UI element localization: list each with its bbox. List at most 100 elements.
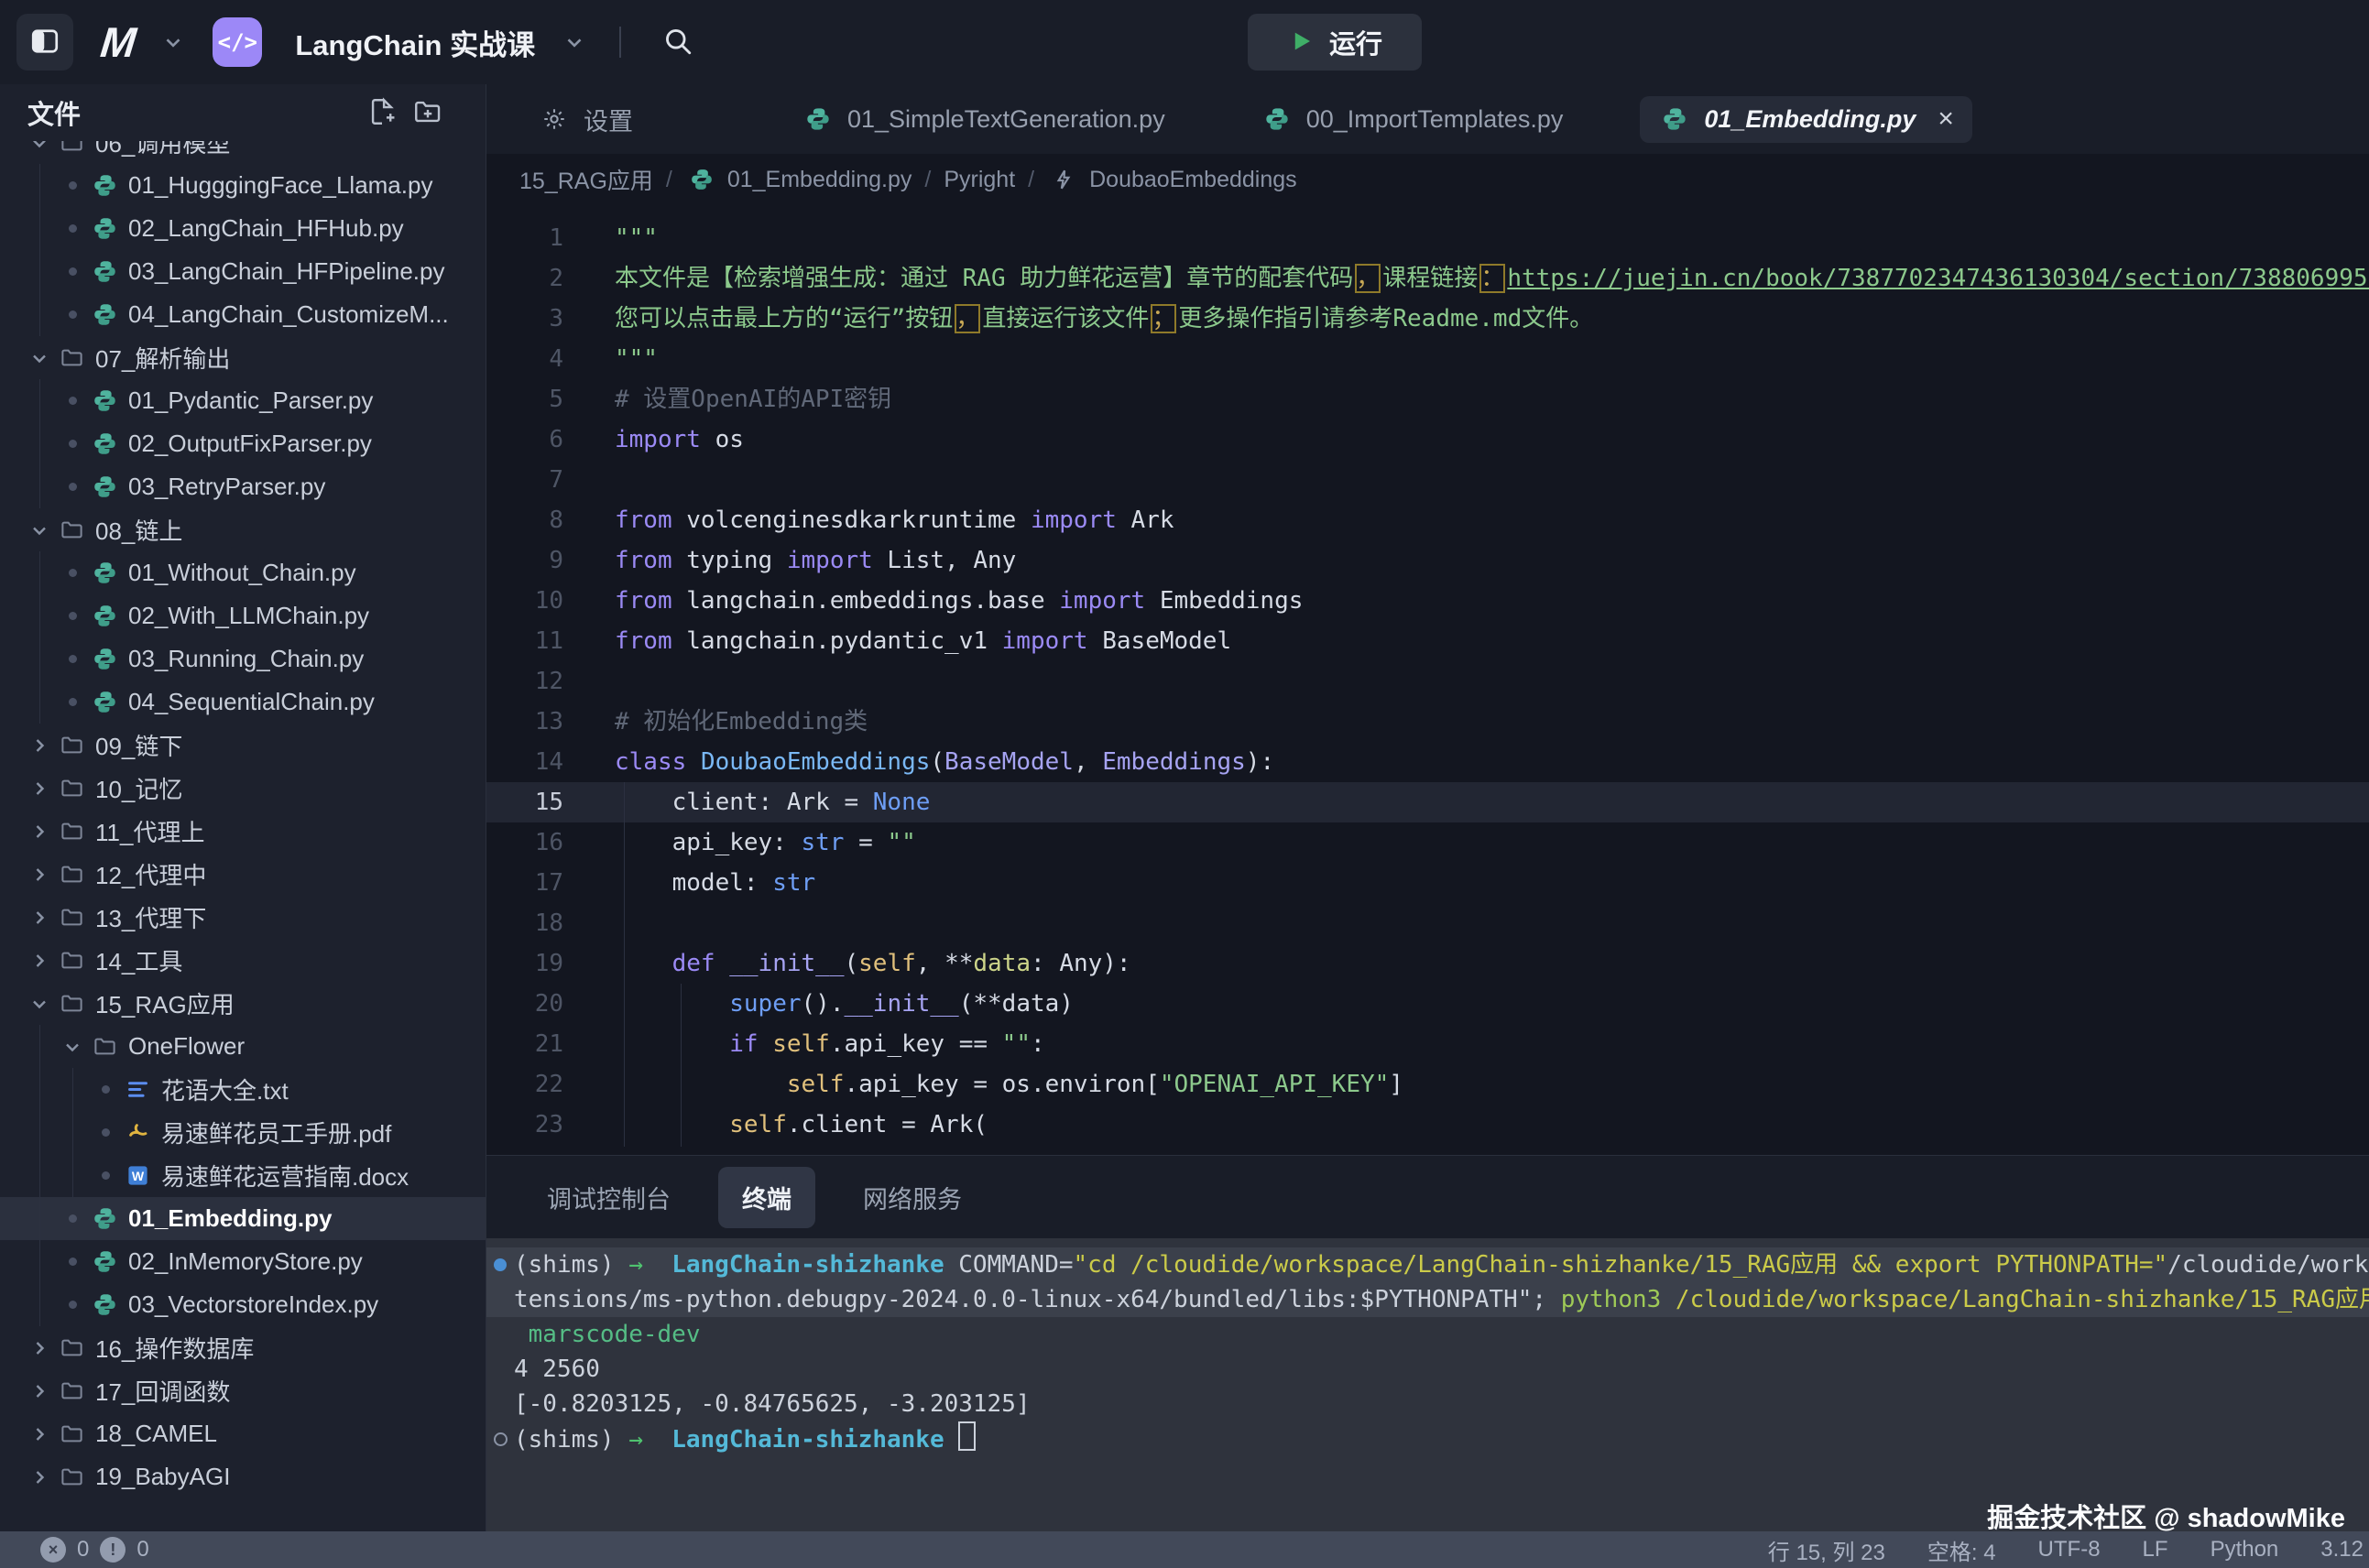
code-line[interactable]: 23 self.client = Ark( xyxy=(486,1105,2369,1145)
tree-file-item[interactable]: 03_RetryParser.py xyxy=(0,465,486,508)
chevron-right-icon[interactable] xyxy=(24,1337,55,1359)
tree-folder-item[interactable]: 17_回调函数 xyxy=(0,1369,486,1412)
breadcrumb-item[interactable]: 15_RAG应用 xyxy=(519,163,653,196)
tree-file-item[interactable]: 01_Embedding.py xyxy=(0,1197,486,1240)
tree-folder-item[interactable]: 19_BabyAGI xyxy=(0,1455,486,1498)
panel-tab-终端[interactable]: 终端 xyxy=(718,1167,815,1228)
panel-tab-调试控制台[interactable]: 调试控制台 xyxy=(523,1167,694,1228)
tree-file-item[interactable]: 01_HugggingFace_Llama.py xyxy=(0,164,486,207)
chevron-down-icon[interactable] xyxy=(24,993,55,1015)
code-line[interactable]: 9from typing import List, Any xyxy=(486,540,2369,581)
code-line[interactable]: 21 if self.api_key == "": xyxy=(486,1024,2369,1064)
terminal-line[interactable]: 4 2560 xyxy=(486,1352,2369,1387)
problems-summary[interactable]: × 0 ! 0 xyxy=(0,1537,149,1563)
panel-tab-网络服务[interactable]: 网络服务 xyxy=(839,1167,986,1228)
tree-file-item[interactable]: 03_VectorstoreIndex.py xyxy=(0,1283,486,1326)
tree-file-item[interactable]: 易速鲜花员工手册.pdf xyxy=(0,1111,486,1154)
tree-folder-item[interactable]: 12_代理中 xyxy=(0,853,486,896)
tree-folder-item[interactable]: 06_调用模型 xyxy=(0,141,486,164)
code-line[interactable]: 20 super().__init__(**data) xyxy=(486,984,2369,1024)
chevron-right-icon[interactable] xyxy=(24,821,55,843)
chevron-right-icon[interactable] xyxy=(24,1423,55,1445)
tree-file-item[interactable]: 花语大全.txt xyxy=(0,1068,486,1111)
tree-file-item[interactable]: 04_SequentialChain.py xyxy=(0,681,486,724)
code-link[interactable]: https://juejin.cn/book/73877023474361303… xyxy=(1507,265,2369,292)
terminal-line[interactable]: (shims) → LangChain-shizhanke xyxy=(486,1421,2369,1457)
tree-file-item[interactable]: 03_LangChain_HFPipeline.py xyxy=(0,250,486,293)
tree-folder-item[interactable]: 16_操作数据库 xyxy=(0,1326,486,1369)
code-line[interactable]: 19 def __init__(self, **data: Any): xyxy=(486,943,2369,984)
chevron-right-icon[interactable] xyxy=(24,778,55,800)
code-editor[interactable]: 1"""2本文件是【检索增强生成：通过 RAG 助力鲜花运营】章节的配套代码，课… xyxy=(486,205,2369,1155)
tree-folder-item[interactable]: 13_代理下 xyxy=(0,896,486,939)
tree-file-item[interactable]: 02_With_LLMChain.py xyxy=(0,594,486,637)
code-line[interactable]: 13# 初始化Embedding类 xyxy=(486,702,2369,742)
chevron-right-icon[interactable] xyxy=(24,735,55,757)
chevron-down-icon[interactable] xyxy=(562,30,586,54)
code-line[interactable]: 1""" xyxy=(486,218,2369,258)
status-item[interactable]: Python xyxy=(2211,1537,2279,1563)
tree-file-item[interactable]: W易速鲜花运营指南.docx xyxy=(0,1154,486,1197)
search-button[interactable] xyxy=(654,17,702,68)
chevron-right-icon[interactable] xyxy=(24,950,55,972)
tree-folder-item[interactable]: 07_解析输出 xyxy=(0,336,486,379)
status-item[interactable]: UTF-8 xyxy=(2038,1537,2101,1563)
terminal-line[interactable]: [-0.8203125, -0.84765625, -3.203125] xyxy=(486,1387,2369,1421)
tab-01_Embedding.py[interactable]: 01_Embedding.py× xyxy=(1640,96,1972,143)
breadcrumb-item[interactable]: 01_Embedding.py xyxy=(685,167,912,193)
chevron-down-icon[interactable] xyxy=(24,347,55,369)
code-line[interactable]: 10from langchain.embeddings.base import … xyxy=(486,581,2369,621)
tree-folder-item[interactable]: OneFlower xyxy=(0,1025,486,1068)
marscode-logo[interactable]: M xyxy=(98,17,136,67)
chevron-down-icon[interactable] xyxy=(161,30,185,54)
tab-设置[interactable]: 设置 xyxy=(519,93,651,147)
close-icon[interactable]: × xyxy=(1938,105,1954,133)
tree-folder-item[interactable]: 08_链上 xyxy=(0,508,486,551)
code-line[interactable]: 16 api_key: str = "" xyxy=(486,822,2369,863)
tree-folder-item[interactable]: 10_记忆 xyxy=(0,767,486,810)
code-line[interactable]: 6import os xyxy=(486,419,2369,460)
run-button[interactable]: 运行 xyxy=(1248,14,1422,71)
terminal-line[interactable]: (shims) → LangChain-shizhanke COMMAND="c… xyxy=(486,1247,2369,1282)
chevron-down-icon[interactable] xyxy=(24,519,55,541)
tree-file-item[interactable]: 02_OutputFixParser.py xyxy=(0,422,486,465)
tree-file-item[interactable]: 04_LangChain_CustomizeM... xyxy=(0,293,486,336)
tree-file-item[interactable]: 02_InMemoryStore.py xyxy=(0,1240,486,1283)
code-line[interactable]: 5# 设置OpenAI的API密钥 xyxy=(486,379,2369,419)
code-line[interactable]: 22 self.api_key = os.environ["OPENAI_API… xyxy=(486,1064,2369,1105)
code-line[interactable]: 11from langchain.pydantic_v1 import Base… xyxy=(486,621,2369,661)
tab-01_SimpleTextGeneration.py[interactable]: 01_SimpleTextGeneration.py xyxy=(783,96,1184,143)
code-line[interactable]: 15 client: Ark = None xyxy=(486,782,2369,822)
code-line[interactable]: 3您可以点击最上方的“运行”按钮，直接运行该文件；更多操作指引请参考Readme… xyxy=(486,299,2369,339)
chevron-right-icon[interactable] xyxy=(24,1380,55,1402)
tree-folder-item[interactable]: 11_代理上 xyxy=(0,810,486,853)
code-line[interactable]: 12 xyxy=(486,661,2369,702)
tree-folder-item[interactable]: 18_CAMEL xyxy=(0,1412,486,1455)
workspace-title[interactable]: LangChain 实战课 xyxy=(295,22,535,63)
new-folder-button[interactable] xyxy=(405,89,451,137)
status-item[interactable]: 空格: 4 xyxy=(1927,1534,1996,1566)
tree-file-item[interactable]: 01_Without_Chain.py xyxy=(0,551,486,594)
status-item[interactable]: 行 15, 列 23 xyxy=(1768,1534,1885,1566)
terminal-output[interactable]: (shims) → LangChain-shizhanke COMMAND="c… xyxy=(486,1238,2369,1531)
code-line[interactable]: 17 model: str xyxy=(486,863,2369,903)
code-line[interactable]: 18 xyxy=(486,903,2369,943)
terminal-line[interactable]: tensions/ms-python.debugpy-2024.0.0-linu… xyxy=(486,1282,2369,1317)
chevron-right-icon[interactable] xyxy=(24,864,55,886)
code-line[interactable]: 14class DoubaoEmbeddings(BaseModel, Embe… xyxy=(486,742,2369,782)
chevron-right-icon[interactable] xyxy=(24,1466,55,1488)
new-file-button[interactable] xyxy=(359,89,405,137)
status-item[interactable]: LF xyxy=(2143,1537,2168,1563)
tree-file-item[interactable]: 03_Running_Chain.py xyxy=(0,637,486,681)
tree-folder-item[interactable]: 14_工具 xyxy=(0,939,486,982)
tree-folder-item[interactable]: 15_RAG应用 xyxy=(0,982,486,1025)
code-line[interactable]: 8from volcenginesdkarkruntime import Ark xyxy=(486,500,2369,540)
tree-folder-item[interactable]: 09_链下 xyxy=(0,724,486,767)
breadcrumb-item[interactable]: Pyright xyxy=(944,167,1015,193)
tree-file-item[interactable]: 02_LangChain_HFHub.py xyxy=(0,207,486,250)
tab-00_ImportTemplates.py[interactable]: 00_ImportTemplates.py xyxy=(1242,96,1582,143)
code-line[interactable]: 2本文件是【检索增强生成：通过 RAG 助力鲜花运营】章节的配套代码，课程链接：… xyxy=(486,258,2369,299)
breadcrumb-item[interactable]: DoubaoEmbeddings xyxy=(1047,167,1297,193)
status-item[interactable]: 3.12 xyxy=(2320,1537,2364,1563)
tree-file-item[interactable]: 01_Pydantic_Parser.py xyxy=(0,379,486,422)
